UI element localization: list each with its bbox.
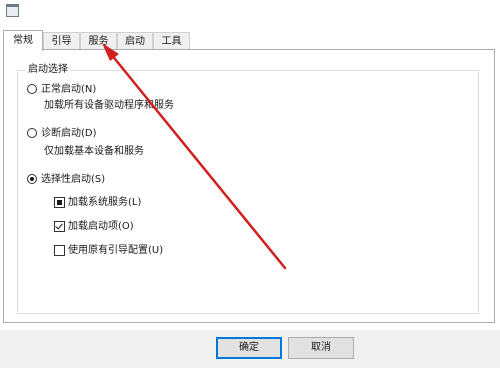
radio-label: 选择性启动(S) [41,174,106,185]
normal-startup-description: 加载所有设备驱动程序和服务 [44,100,174,111]
radio-button[interactable] [27,84,37,94]
cancel-button[interactable]: 取消 [288,337,354,359]
tab-general[interactable]: 常规 [3,30,43,51]
tab-boot[interactable]: 引导 [43,32,80,49]
ok-button[interactable]: 确定 [216,337,282,359]
radio-label: 正常启动(N) [41,84,97,95]
tab-startup[interactable]: 启动 [117,32,153,49]
checkbox-label: 加载系统服务(L) [68,197,142,208]
checkbox-label: 使用原有引导配置(U) [68,245,164,256]
checkbox[interactable] [54,221,65,232]
app-icon [6,4,19,17]
tab-tools[interactable]: 工具 [153,32,190,49]
checkbox[interactable] [54,245,65,256]
checkbox[interactable] [54,197,65,208]
checkbox-label: 加载启动项(O) [68,221,134,232]
diagnostic-startup-description: 仅加载基本设备和服务 [44,146,144,157]
radio-button[interactable] [27,128,37,138]
title-bar [0,0,500,22]
radio-label: 诊断启动(D) [41,128,97,139]
radio-button-selected[interactable] [27,174,37,184]
tab-services[interactable]: 服务 [80,32,117,49]
group-title: 启动选择 [25,63,71,77]
